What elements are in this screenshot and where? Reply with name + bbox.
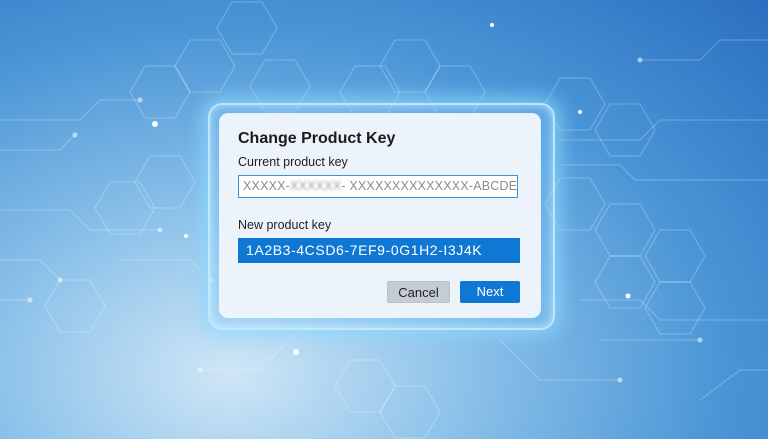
- new-product-key-label: New product key: [238, 218, 332, 232]
- current-key-prefix: XXXXX-: [243, 179, 291, 193]
- change-product-key-dialog: Change Product Key Current product key X…: [220, 114, 540, 317]
- new-product-key-input[interactable]: 1A2B3-4CSD6-7EF9-0G1H2-I3J4K: [238, 238, 520, 263]
- current-key-obscured: XXXXXX: [290, 179, 342, 193]
- dialog-title: Change Product Key: [238, 130, 396, 147]
- current-key-suffix: - XXXXXXXXXXXXXX-ABCDE: [341, 179, 518, 193]
- current-product-key-label: Current product key: [238, 155, 348, 169]
- current-product-key-field: XXXXX-XXXXXX- XXXXXXXXXXXXXX-ABCDE: [238, 175, 518, 198]
- next-button[interactable]: Next: [460, 281, 520, 303]
- cancel-button[interactable]: Cancel: [387, 281, 450, 303]
